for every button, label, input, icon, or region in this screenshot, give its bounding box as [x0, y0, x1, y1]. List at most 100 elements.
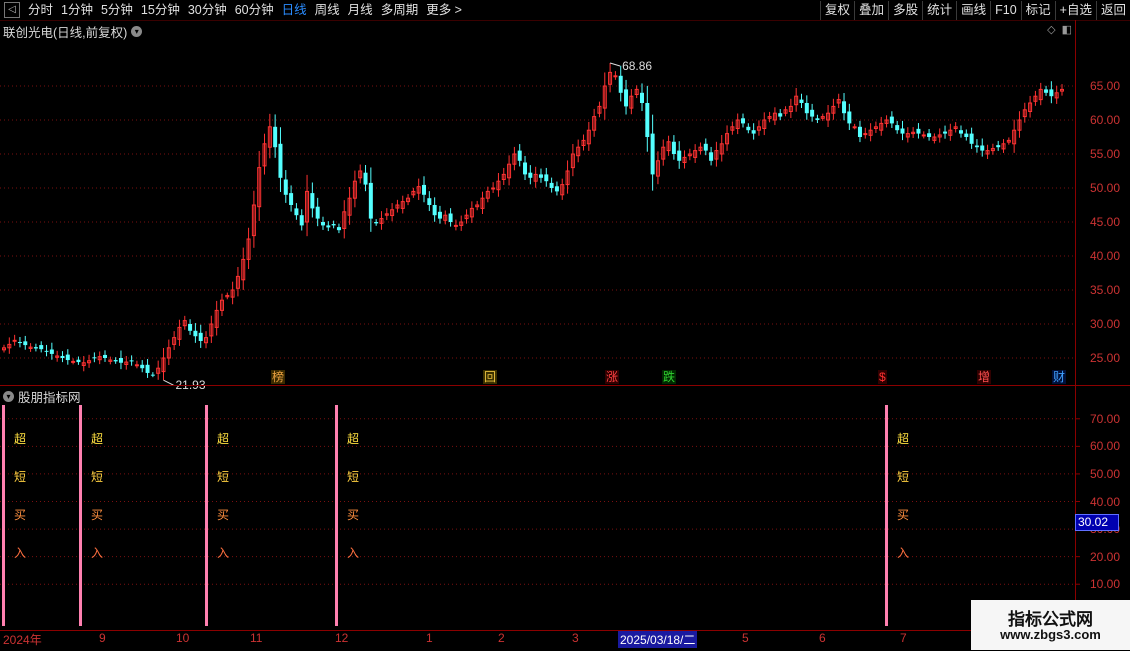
- event-marker[interactable]: 增: [977, 370, 992, 384]
- candle-body: [703, 143, 708, 151]
- candle-body: [432, 205, 437, 216]
- candle-body: [921, 134, 926, 137]
- date-label: 11: [250, 631, 263, 645]
- candle-body: [799, 99, 804, 103]
- price-tick-label: 50.00: [1090, 181, 1121, 195]
- indicator-tick-label: 10.00: [1090, 577, 1121, 592]
- candle-body: [448, 213, 453, 222]
- candle-body: [363, 172, 368, 185]
- price-tick-label: 45.00: [1090, 215, 1121, 229]
- candle-body: [39, 345, 44, 350]
- axis-border: [1075, 20, 1076, 630]
- price-tick-label: 35.00: [1090, 283, 1121, 297]
- signal-char: 买: [91, 508, 104, 522]
- candle-body: [453, 224, 458, 227]
- candle-body: [528, 172, 533, 178]
- signal-char: 短: [14, 470, 27, 484]
- candle-body: [12, 339, 17, 342]
- candle-body: [310, 193, 315, 209]
- date-label: 2025/03/18/二: [618, 631, 698, 648]
- signal-char: 短: [897, 470, 910, 484]
- price-chart[interactable]: 68.8621.93: [0, 0, 1130, 650]
- date-label: 7: [900, 631, 907, 645]
- candle-body: [671, 141, 676, 154]
- price-tick-label: 30.00: [1090, 317, 1121, 331]
- signal-char: 超: [217, 432, 230, 446]
- candle-body: [810, 109, 815, 117]
- event-marker[interactable]: 涨: [605, 370, 620, 384]
- indicator-title-text: 股朋指标网: [18, 391, 81, 405]
- candle-body: [980, 145, 985, 151]
- candle-body: [150, 374, 155, 376]
- signal-char: 超: [347, 432, 360, 446]
- candle-body: [103, 354, 108, 358]
- candle-body: [958, 130, 963, 134]
- candle-body: [549, 182, 554, 188]
- candle-body: [427, 198, 432, 205]
- candle-body: [76, 359, 81, 363]
- signal-char: 超: [14, 432, 27, 446]
- indicator-tick-label: 50.00: [1090, 466, 1121, 481]
- candle-body: [71, 360, 76, 363]
- candle-body: [639, 92, 644, 103]
- candle-body: [746, 126, 751, 131]
- signal-bar: [205, 405, 208, 626]
- event-marker[interactable]: 财: [1052, 370, 1067, 384]
- signal-char: 入: [217, 546, 230, 560]
- candle-body: [863, 133, 868, 136]
- candle-body: [331, 224, 336, 226]
- signal-char: 买: [217, 508, 230, 522]
- indicator-tick-label: 60.00: [1090, 439, 1121, 454]
- chevron-down-icon[interactable]: ▾: [3, 391, 14, 402]
- candle-body: [289, 193, 294, 205]
- signal-char: 超: [91, 432, 104, 446]
- candle-body: [437, 211, 442, 219]
- candle-body: [650, 133, 655, 175]
- signal-bar: [335, 405, 338, 626]
- candle-body: [613, 75, 618, 78]
- candle-body: [751, 130, 756, 134]
- signal-char: 短: [217, 470, 230, 484]
- candle-body: [709, 152, 714, 161]
- event-marker[interactable]: $: [878, 370, 887, 384]
- current-value-badge: 30.02: [1075, 514, 1119, 531]
- panel-separator[interactable]: [0, 385, 1130, 386]
- candle-body: [92, 357, 97, 359]
- candle-body: [815, 118, 820, 120]
- candle-body: [33, 347, 38, 349]
- high-price-label: 68.86: [622, 59, 652, 73]
- candle-body: [943, 131, 948, 134]
- signal-char: 入: [91, 546, 104, 560]
- indicator-tick-label: 20.00: [1090, 549, 1121, 564]
- candle-body: [44, 350, 49, 352]
- price-tick-label: 40.00: [1090, 249, 1121, 263]
- candle-body: [778, 113, 783, 117]
- candle-body: [374, 222, 379, 224]
- date-axis: [0, 630, 1130, 651]
- candle-body: [517, 150, 522, 161]
- candle-body: [969, 133, 974, 144]
- candle-body: [677, 150, 682, 161]
- event-marker[interactable]: 回: [483, 370, 498, 384]
- event-marker[interactable]: 榜: [271, 370, 286, 384]
- candle-body: [368, 182, 373, 219]
- price-tick-label: 60.00: [1090, 113, 1121, 127]
- candle-body: [996, 145, 1001, 148]
- candle-body: [129, 360, 134, 362]
- signal-bar: [2, 405, 5, 626]
- candle-body: [315, 206, 320, 219]
- signal-char: 买: [897, 508, 910, 522]
- signal-bar: [885, 405, 888, 626]
- event-marker[interactable]: 跌: [662, 370, 677, 384]
- candle-body: [198, 332, 203, 341]
- candle-body: [900, 128, 905, 134]
- candle-body: [60, 355, 65, 358]
- candle-body: [294, 208, 299, 216]
- price-tick-label: 65.00: [1090, 79, 1121, 93]
- date-label: 2024年: [3, 633, 42, 647]
- candle-body: [140, 364, 145, 369]
- candle-body: [278, 143, 283, 178]
- candle-body: [491, 187, 496, 190]
- date-label: 12: [335, 631, 349, 645]
- candle-body: [927, 133, 932, 137]
